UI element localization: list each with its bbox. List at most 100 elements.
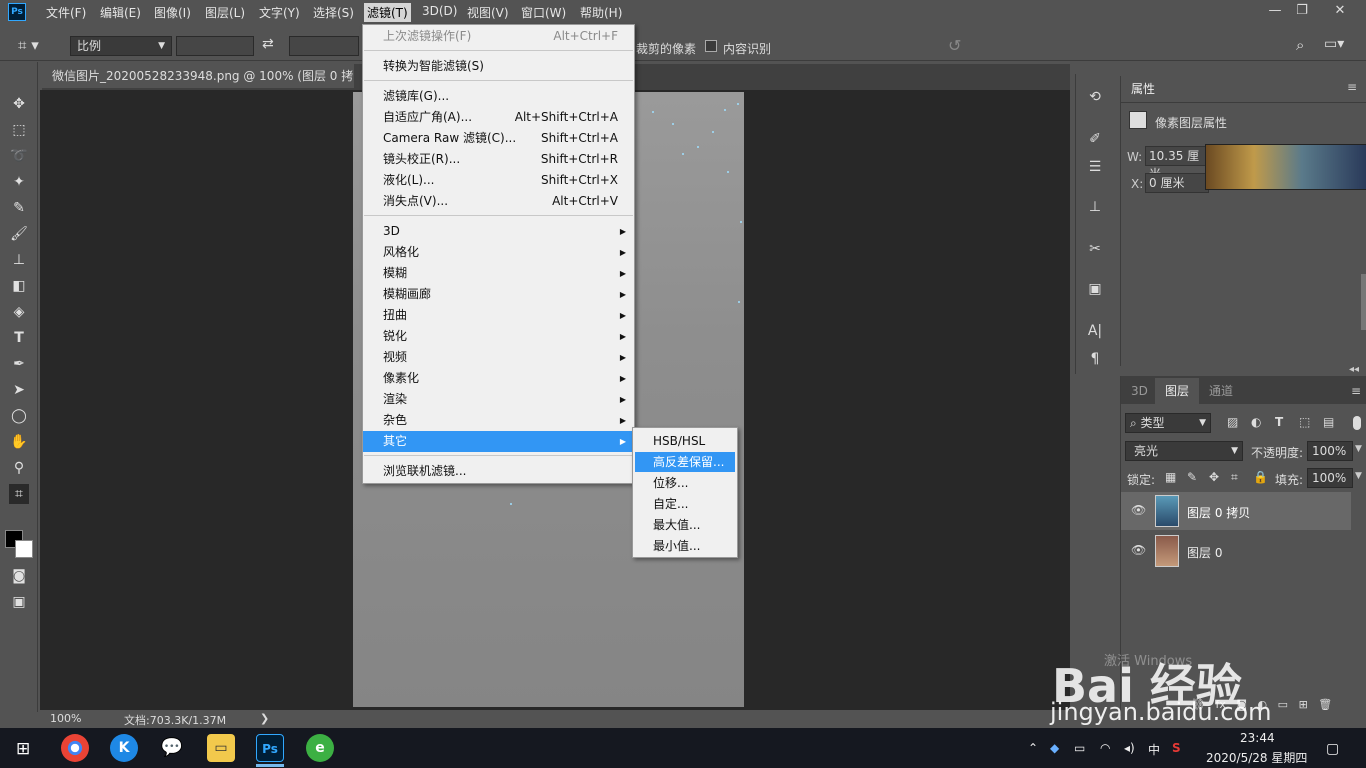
menu-help[interactable]: 帮助(H)	[580, 4, 622, 21]
panel-scrollbar[interactable]	[1361, 274, 1366, 330]
visibility-eye-icon[interactable]: 👁	[1131, 543, 1146, 557]
menu-item-other[interactable]: 其它 ▶	[363, 431, 634, 452]
tray-expand-icon[interactable]: ⌃	[1028, 741, 1038, 755]
move-tool-icon[interactable]: ✥	[9, 94, 29, 114]
file-explorer-icon[interactable]: ▭	[207, 734, 235, 762]
paint-bucket-icon[interactable]: ◈	[9, 302, 29, 322]
path-select-icon[interactable]: ➤	[9, 380, 29, 400]
menu-item-vanishing-point[interactable]: 消失点(V)... Alt+Ctrl+V	[363, 191, 634, 212]
chevron-down-icon[interactable]: ▼	[1355, 471, 1362, 481]
crop-height-input[interactable]	[289, 36, 359, 56]
crop-tool-icon[interactable]: ⌗	[9, 484, 29, 504]
hand-tool-icon[interactable]: ✋	[9, 432, 29, 452]
workspace-icon[interactable]: ▭▾	[1324, 36, 1344, 52]
submenu-item-high-pass[interactable]: 高反差保留...	[635, 452, 735, 472]
status-menu-arrow-icon[interactable]: ❯	[260, 712, 269, 725]
menu-item-3d[interactable]: 3D ▶	[363, 221, 634, 242]
screen-mode-icon[interactable]: ▣	[9, 592, 29, 612]
close-icon[interactable]: ✕	[1326, 2, 1354, 22]
brush-preset-icon[interactable]: ✐	[1086, 130, 1104, 148]
sogou-ime-icon[interactable]: S	[1172, 741, 1181, 755]
wechat-icon[interactable]: 💬	[158, 734, 186, 762]
menu-item-adaptive-wide-angle[interactable]: 自适应广角(A)... Alt+Shift+Ctrl+A	[363, 107, 634, 128]
layer-name[interactable]: 图层 0 拷贝	[1187, 504, 1250, 521]
tab-3d[interactable]: 3D	[1121, 378, 1158, 404]
background-color-swatch[interactable]	[15, 540, 33, 558]
menu-item-render[interactable]: 渲染 ▶	[363, 389, 634, 410]
menu-layer[interactable]: 图层(L)	[205, 4, 245, 21]
filter-smart-icon[interactable]: ▤	[1323, 415, 1334, 429]
width-input[interactable]: 10.35 厘米	[1145, 146, 1209, 181]
content-aware-checkbox[interactable]	[705, 40, 717, 52]
menu-item-liquify[interactable]: 液化(L)... Shift+Ctrl+X	[363, 170, 634, 191]
blend-mode-select[interactable]: 亮光 ▼	[1125, 441, 1243, 461]
character-icon[interactable]: A|	[1086, 322, 1104, 340]
menu-item-blur-gallery[interactable]: 模糊画廊 ▶	[363, 284, 634, 305]
stamp-tool-icon[interactable]: ⊥	[9, 250, 29, 270]
zoom-tool-icon[interactable]: ⚲	[9, 458, 29, 478]
menu-file[interactable]: 文件(F)	[46, 4, 86, 21]
menu-item-lens-correction[interactable]: 镜头校正(R)... Shift+Ctrl+R	[363, 149, 634, 170]
filter-toggle[interactable]	[1353, 416, 1361, 430]
restore-icon[interactable]: ❐	[1288, 2, 1316, 22]
lock-artboard-icon[interactable]: ⌗	[1231, 470, 1238, 485]
tray-cube-icon[interactable]: ◆	[1050, 741, 1059, 755]
history-icon[interactable]: ⟲	[1086, 88, 1104, 106]
lock-transparent-icon[interactable]: ▦	[1165, 470, 1176, 484]
notification-icon[interactable]: ▢	[1326, 741, 1339, 757]
layer-row[interactable]: 👁 图层 0 拷贝	[1121, 492, 1351, 530]
submenu-item-maximum[interactable]: 最大值...	[635, 515, 735, 535]
menu-item-filter-gallery[interactable]: 滤镜库(G)...	[363, 86, 634, 107]
panel-menu-icon[interactable]: ≡	[1347, 80, 1357, 94]
menu-3d[interactable]: 3D(D)	[422, 4, 457, 18]
navigator-icon[interactable]: ▣	[1086, 280, 1104, 298]
layer-name[interactable]: 图层 0	[1187, 544, 1222, 561]
menu-item-pixelate[interactable]: 像素化 ▶	[363, 368, 634, 389]
submenu-item-custom[interactable]: 自定...	[635, 494, 735, 514]
tab-properties[interactable]: 属性	[1121, 76, 1166, 102]
magic-wand-icon[interactable]: ✦	[9, 172, 29, 192]
tray-battery-icon[interactable]: ▭	[1074, 741, 1085, 755]
zoom-level[interactable]: 100%	[50, 712, 81, 725]
marquee-tool-icon[interactable]: ⬚	[9, 120, 29, 140]
lock-pixels-icon[interactable]: ✎	[1187, 470, 1197, 484]
clock-date[interactable]: 2020/5/28 星期四	[1206, 749, 1307, 766]
menu-item-camera-raw[interactable]: Camera Raw 滤镜(C)... Shift+Ctrl+A	[363, 128, 634, 149]
crop-ratio-select[interactable]: 比例 ▼	[70, 36, 172, 56]
opacity-input[interactable]: 100%	[1307, 441, 1353, 461]
photoshop-taskbar-icon[interactable]: Ps	[256, 734, 284, 762]
tray-wifi-icon[interactable]: ◠	[1100, 741, 1110, 755]
filter-pixel-icon[interactable]: ▨	[1227, 415, 1238, 429]
filter-type-icon[interactable]: T	[1275, 415, 1283, 429]
ime-indicator[interactable]: 中	[1148, 741, 1160, 758]
tab-layers[interactable]: 图层	[1155, 378, 1200, 404]
adjustments-icon[interactable]: ☰	[1086, 158, 1104, 176]
x-input[interactable]: 0 厘米	[1145, 173, 1209, 193]
menu-window[interactable]: 窗口(W)	[521, 4, 566, 21]
menu-image[interactable]: 图像(I)	[154, 4, 191, 21]
kugou-icon[interactable]: K	[110, 734, 138, 762]
eraser-tool-icon[interactable]: ◧	[9, 276, 29, 296]
minimize-icon[interactable]: —	[1261, 2, 1289, 22]
menu-select[interactable]: 选择(S)	[313, 4, 354, 21]
layer-row[interactable]: 👁 图层 0	[1121, 532, 1351, 570]
fill-input[interactable]: 100%	[1307, 468, 1353, 488]
search-icon[interactable]: ⌕	[1296, 36, 1304, 54]
brush-tool-icon[interactable]: 🖌	[9, 224, 29, 244]
filter-shape-icon[interactable]: ⬚	[1299, 415, 1310, 429]
chevron-down-icon[interactable]: ▼	[1355, 444, 1362, 454]
eyedropper-icon[interactable]: ✎	[9, 198, 29, 218]
quick-mask-icon[interactable]: ◙	[9, 566, 29, 586]
lasso-tool-icon[interactable]: ➰	[9, 146, 29, 166]
submenu-item-hsb-hsl[interactable]: HSB/HSL	[635, 431, 735, 451]
menu-filter[interactable]: 滤镜(T)	[364, 3, 411, 22]
tool-presets-icon[interactable]: ✂	[1086, 240, 1104, 258]
menu-item-stylize[interactable]: 风格化 ▶	[363, 242, 634, 263]
menu-item-distort[interactable]: 扭曲 ▶	[363, 305, 634, 326]
menu-item-browse-online[interactable]: 浏览联机滤镜...	[363, 461, 634, 482]
menu-item-noise[interactable]: 杂色 ▶	[363, 410, 634, 431]
chrome-icon[interactable]	[61, 734, 89, 762]
ellipse-tool-icon[interactable]: ◯	[9, 406, 29, 426]
tray-volume-icon[interactable]: ◂)	[1124, 741, 1135, 755]
pen-tool-icon[interactable]: ✒	[9, 354, 29, 374]
